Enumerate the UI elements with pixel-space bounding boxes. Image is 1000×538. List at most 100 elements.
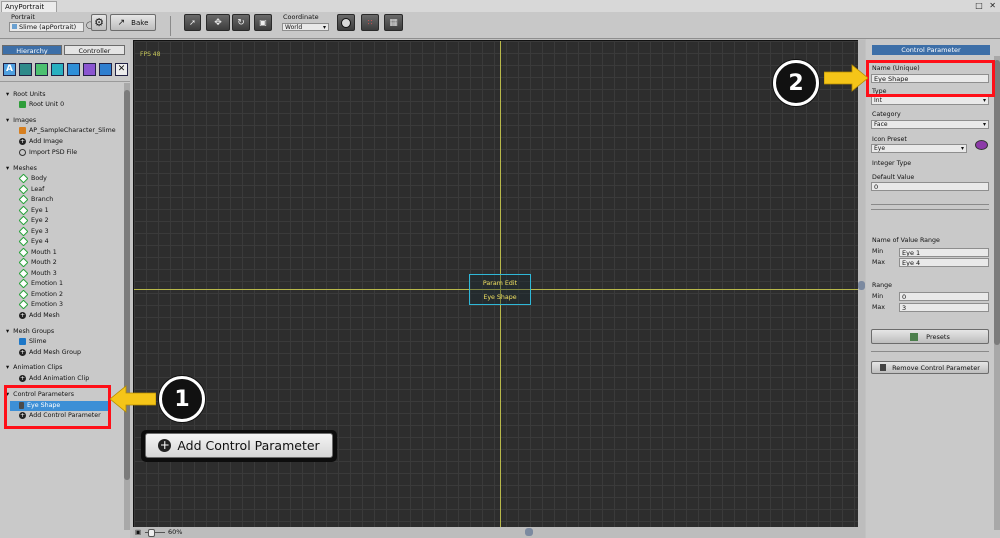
tree-item-mesh[interactable]: Branch	[18, 194, 53, 205]
filter-root-icon[interactable]	[19, 63, 32, 76]
coordinate-dropdown[interactable]: World	[282, 23, 329, 31]
arrow-left-icon	[110, 385, 156, 413]
filter-image-icon[interactable]	[35, 63, 48, 76]
tree-item-mesh[interactable]: Mouth 2	[18, 257, 57, 268]
tree-item-mesh[interactable]: Emotion 1	[18, 278, 64, 289]
circle-icon	[341, 17, 351, 28]
bake-button[interactable]: ↗ Bake	[110, 14, 156, 31]
zoom-fit-icon[interactable]: ▣	[135, 528, 141, 536]
filter-param-icon[interactable]	[99, 63, 112, 76]
select-tool-button[interactable]: ➚	[184, 14, 201, 31]
add-mesh-button[interactable]: + Add Mesh	[19, 311, 60, 321]
bake-label: Bake	[131, 18, 149, 27]
tree-item-mesh[interactable]: Eye 3	[18, 226, 49, 237]
step-marker-2-number: 2	[788, 70, 804, 96]
portrait-field[interactable]: Slime (apPortrait)	[9, 22, 84, 32]
canvas-vscroll-thumb[interactable]	[858, 281, 865, 290]
filter-all-icon[interactable]: A	[3, 63, 16, 76]
highlight-box-control-parameters	[4, 385, 111, 429]
zoom-slider-handle[interactable]	[148, 529, 155, 537]
tree-item-mesh[interactable]: Eye 1	[18, 205, 49, 216]
mesh-visibility-button[interactable]: ▦	[384, 14, 403, 31]
window-controls[interactable]: □ ✕	[975, 1, 998, 10]
portrait-label: Portrait	[11, 13, 35, 21]
category-value: Face	[874, 121, 888, 128]
tree-item-mesh[interactable]: Body	[18, 173, 47, 184]
type-dropdown[interactable]: Int	[871, 96, 989, 105]
bone-visibility-button[interactable]: ∷	[361, 14, 379, 31]
filter-close-icon[interactable]: ✕	[115, 63, 128, 76]
tree-item-label: Add Animation Clip	[29, 375, 90, 382]
presets-label: Presets	[926, 332, 950, 341]
icon-preset-dropdown[interactable]: Eye	[871, 144, 967, 153]
add-animation-clip-button[interactable]: + Add Animation Clip	[19, 374, 89, 384]
section-meshes-title: Meshes	[13, 165, 37, 172]
default-value-input[interactable]: 0	[871, 182, 989, 191]
tab-hierarchy[interactable]: Hierarchy	[2, 45, 62, 55]
tree-item-mesh[interactable]: Eye 2	[18, 215, 49, 226]
category-label: Category	[872, 111, 901, 118]
section-meshes[interactable]: ▾ Meshes	[6, 164, 37, 174]
window-tab[interactable]: AnyPortrait	[1, 1, 57, 12]
tree-item-image[interactable]: AP_SampleCharacter_Slime	[19, 126, 116, 136]
tree-item-label: Add Mesh Group	[29, 349, 81, 356]
section-images[interactable]: ▾ Images	[6, 116, 36, 126]
tree-item-mesh-group[interactable]: Slime	[19, 337, 47, 347]
filter-group-icon[interactable]	[67, 63, 80, 76]
mesh-group-icon	[19, 337, 26, 345]
mesh-icon: ▦	[389, 17, 398, 28]
filter-mesh-icon[interactable]	[51, 63, 64, 76]
tree-item-mesh[interactable]: Emotion 3	[18, 299, 64, 310]
mesh-icon	[18, 247, 29, 257]
tree-item-label: Mouth 3	[31, 270, 57, 277]
add-mesh-group-button[interactable]: + Add Mesh Group	[19, 348, 81, 358]
mesh-icon	[18, 173, 29, 183]
arrow-right-icon	[824, 64, 868, 92]
range-name-max-input[interactable]: Eye 4	[899, 258, 989, 267]
hierarchy-scroll-thumb[interactable]	[124, 90, 130, 480]
category-dropdown[interactable]: Face	[871, 120, 989, 129]
range-min-input[interactable]: 0	[899, 292, 989, 301]
tree-item-mesh[interactable]: Mouth 3	[18, 268, 57, 279]
zoom-level: 60%	[168, 528, 183, 536]
tree-item-mesh[interactable]: Mouth 1	[18, 247, 57, 258]
tree-item-label: Emotion 3	[31, 301, 64, 308]
canvas-hscroll-thumb[interactable]	[525, 528, 533, 536]
add-image-button[interactable]: + Add Image	[19, 137, 63, 147]
export-icon: ↗	[117, 17, 126, 28]
import-psd-button[interactable]: Import PSD File	[19, 148, 77, 158]
inspector-divider	[871, 204, 989, 205]
panel-divider	[0, 81, 130, 82]
filter-anim-icon[interactable]	[83, 63, 96, 76]
section-root-units[interactable]: ▾ Root Units	[6, 90, 46, 100]
param-edit-overlay[interactable]: Param Edit Eye Shape	[469, 274, 531, 305]
settings-button[interactable]: ⚙	[91, 14, 107, 31]
range-max-input[interactable]: 3	[899, 303, 989, 312]
remove-control-parameter-button[interactable]: Remove Control Parameter	[871, 361, 989, 374]
tree-item-root-unit[interactable]: Root Unit 0	[19, 100, 64, 110]
tree-item-mesh[interactable]: Emotion 2	[18, 289, 63, 300]
coordinate-label: Coordinate	[283, 13, 319, 21]
step-marker-2: 2	[773, 60, 819, 106]
move-tool-button[interactable]: ✥	[206, 14, 230, 31]
callout-button-label: Add Control Parameter	[177, 438, 320, 453]
filter-icon-row: A ✕	[3, 63, 128, 76]
tree-item-mesh[interactable]: Eye 4	[18, 236, 49, 247]
section-animation-clips[interactable]: ▾ Animation Clips	[6, 363, 62, 373]
tab-controller[interactable]: Controller	[64, 45, 125, 55]
tree-item-label: AP_SampleCharacter_Slime	[29, 127, 116, 134]
tree-item-label: Emotion 1	[31, 280, 64, 287]
bones-icon: ∷	[367, 18, 373, 27]
presets-button[interactable]: Presets	[871, 329, 989, 344]
scale-tool-button[interactable]: ▣	[254, 14, 272, 31]
range-name-min-input[interactable]: Eye 1	[899, 248, 989, 257]
section-mesh-groups[interactable]: ▾ Mesh Groups	[6, 327, 54, 337]
inspector-scroll-thumb[interactable]	[994, 60, 1000, 345]
icon-preset-label: Icon Preset	[872, 136, 907, 143]
toolbar-divider	[170, 16, 171, 36]
rotate-tool-button[interactable]: ↻	[232, 14, 250, 31]
onion-skin-button[interactable]	[337, 14, 355, 31]
fps-counter: FPS 48	[140, 51, 161, 58]
default-value-label: Default Value	[872, 174, 915, 181]
tree-item-label: Mouth 1	[31, 249, 57, 256]
